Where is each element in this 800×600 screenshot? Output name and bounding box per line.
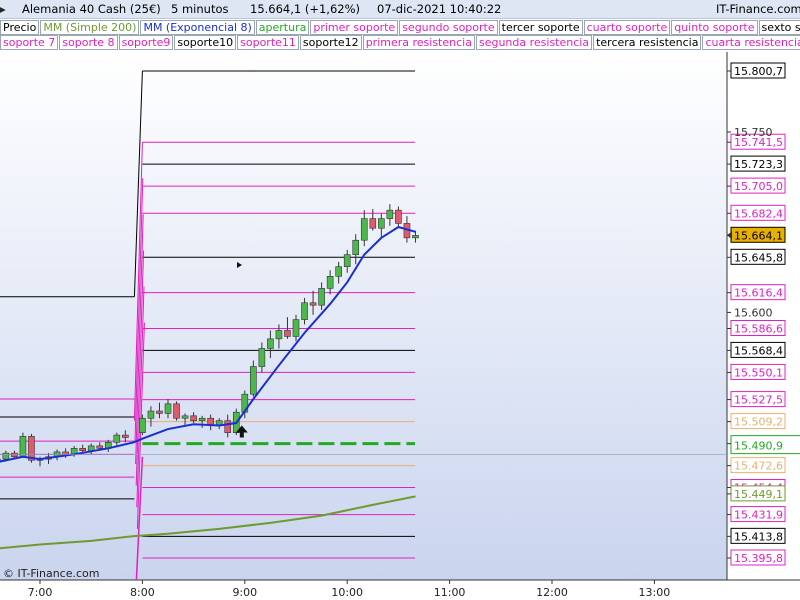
candle-body	[335, 266, 342, 277]
price-label: 15.527,5	[734, 394, 783, 407]
time-label: 8:00	[130, 586, 155, 599]
price-label: 15.723,3	[734, 158, 783, 171]
time-label: 11:00	[434, 586, 466, 599]
price-label: 15.568,4	[734, 344, 783, 357]
candle-body	[181, 415, 189, 419]
price-label: 15.600	[734, 306, 773, 319]
price-label: 15.413,8	[734, 530, 783, 543]
candle-body	[113, 434, 121, 443]
time-label: 7:00	[28, 586, 53, 599]
price-label: 15.586,6	[734, 323, 783, 336]
candle-body	[267, 338, 274, 349]
price-label: 15.490,9	[734, 440, 783, 453]
candle-body	[147, 410, 155, 419]
candle-body	[156, 410, 163, 414]
candle-body	[360, 218, 368, 241]
candle-body	[326, 276, 334, 289]
price-label: 15.395,8	[734, 552, 783, 565]
candle-body	[318, 288, 325, 306]
candle-body	[122, 434, 129, 438]
candle-body	[198, 417, 206, 421]
candle-body	[309, 302, 317, 306]
candle-body	[164, 403, 172, 414]
candle-body	[343, 254, 351, 267]
candle-body	[395, 209, 402, 224]
time-label: 13:00	[639, 586, 671, 599]
candle-body	[301, 302, 308, 320]
candle-body	[96, 445, 104, 449]
candle-body	[2, 452, 10, 460]
price-label: 15.550,1	[734, 366, 783, 379]
price-label: 15.682,4	[734, 207, 783, 220]
candle-body	[386, 209, 394, 219]
copyright-label: © IT-Finance.com	[3, 567, 100, 580]
candle-body	[173, 403, 180, 419]
candle-body	[62, 451, 69, 455]
price-label: 15.431,9	[734, 509, 783, 522]
price-label: 15.664,1	[734, 229, 783, 242]
price-label: 15.509,2	[734, 416, 783, 429]
price-label: 15.449,1	[734, 488, 783, 501]
plot-background	[0, 52, 727, 580]
price-label: 15.472,6	[734, 460, 783, 473]
time-label: 12:00	[536, 586, 568, 599]
candle-body	[352, 239, 360, 255]
price-label: 15.645,8	[734, 251, 783, 264]
price-label: 15.800,7	[734, 65, 783, 78]
price-chart[interactable]: 15.800,715.741,515.723,315.705,015.682,4…	[0, 0, 800, 600]
time-label: 10:00	[331, 586, 363, 599]
candle-body	[139, 417, 146, 433]
candle-body	[292, 319, 300, 337]
candle-body	[250, 366, 257, 395]
candle-body	[79, 448, 86, 452]
candle-body	[224, 420, 232, 433]
candle-body	[284, 330, 291, 337]
price-label: 15.616,4	[734, 287, 783, 300]
time-label: 9:00	[232, 586, 257, 599]
candle-body	[378, 218, 385, 229]
candle-body	[11, 452, 18, 458]
candle-body	[412, 235, 419, 239]
candle-body	[258, 348, 266, 367]
candle-body	[275, 330, 283, 340]
candle-body	[190, 415, 197, 421]
candle-body	[369, 218, 377, 229]
price-label: 15.750	[734, 126, 773, 139]
candle-body	[19, 435, 27, 458]
price-label: 15.705,0	[734, 180, 783, 193]
